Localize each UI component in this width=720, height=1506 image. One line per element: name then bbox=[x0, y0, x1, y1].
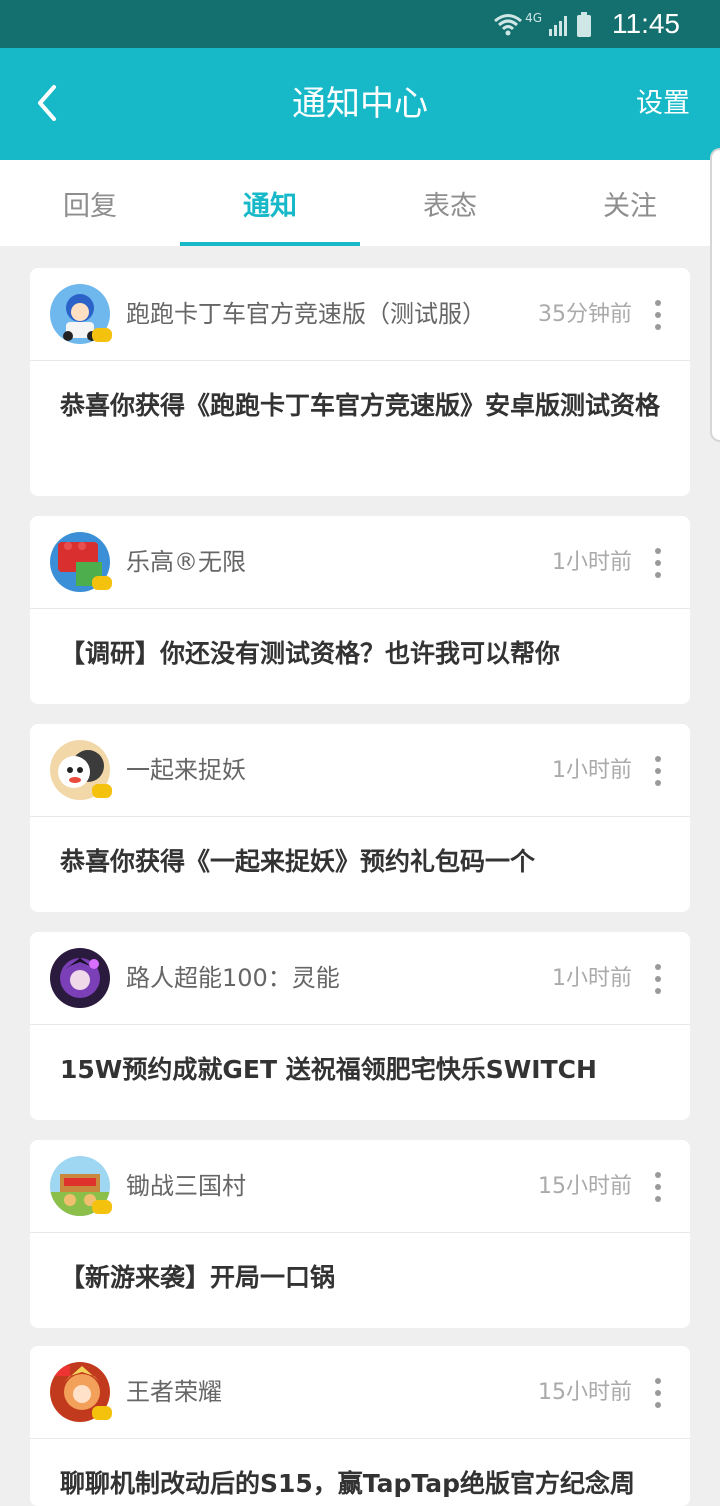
notification-message: 15W预约成就GET 送祝福领肥宅快乐SWITCH bbox=[60, 1055, 597, 1084]
source-name[interactable]: 一起来捉妖 bbox=[126, 752, 246, 788]
notification-card[interactable]: 王者荣耀 15小时前 聊聊机制改动后的S15，赢TapTap绝版官方纪念周 bbox=[30, 1346, 690, 1506]
game-badge-icon bbox=[92, 1200, 112, 1214]
tab-active-indicator bbox=[180, 242, 360, 246]
notification-card[interactable]: 跑跑卡丁车官方竞速版（测试服） 35分钟前 恭喜你获得《跑跑卡丁车官方竞速版》安… bbox=[30, 268, 690, 496]
tab-reaction[interactable]: 表态 bbox=[360, 160, 540, 246]
source-name[interactable]: 乐高®无限 bbox=[126, 544, 246, 580]
card-header: 王者荣耀 15小时前 bbox=[30, 1346, 690, 1439]
notification-message: 聊聊机制改动后的S15，赢TapTap绝版官方纪念周 bbox=[60, 1469, 635, 1498]
settings-button[interactable]: 设置 bbox=[636, 86, 690, 122]
time-ago: 1小时前 bbox=[552, 966, 632, 991]
source-name[interactable]: 锄战三国村 bbox=[126, 1168, 246, 1204]
side-pull-handle[interactable] bbox=[710, 148, 720, 442]
tab-follow[interactable]: 关注 bbox=[540, 160, 720, 246]
signal-icon bbox=[549, 16, 567, 36]
game-badge-icon bbox=[92, 784, 112, 798]
notification-message: 【调研】你还没有测试资格？也许我可以帮你 bbox=[60, 639, 561, 668]
game-badge-icon bbox=[92, 1406, 112, 1420]
card-header: 跑跑卡丁车官方竞速版（测试服） 35分钟前 bbox=[30, 268, 690, 361]
notification-card[interactable]: 路人超能100：灵能 1小时前 15W预约成就GET 送祝福领肥宅快乐SWITC… bbox=[30, 932, 690, 1120]
battery-icon bbox=[577, 12, 591, 37]
app-bar: 通知中心 设置 bbox=[0, 48, 720, 160]
more-options-icon[interactable] bbox=[648, 964, 668, 994]
more-options-icon[interactable] bbox=[648, 548, 668, 578]
tab-reply[interactable]: 回复 bbox=[0, 160, 180, 246]
time-ago: 15小时前 bbox=[538, 1380, 632, 1405]
source-name[interactable]: 跑跑卡丁车官方竞速版（测试服） bbox=[126, 296, 486, 332]
game-badge-icon bbox=[92, 576, 112, 590]
network-type-label: 4G bbox=[525, 11, 542, 25]
more-options-icon[interactable] bbox=[648, 756, 668, 786]
wifi-icon bbox=[494, 14, 523, 36]
more-options-icon[interactable] bbox=[648, 300, 668, 330]
mob-psycho-game-icon[interactable] bbox=[50, 948, 110, 1008]
tab-notification[interactable]: 通知 bbox=[180, 160, 360, 246]
card-header: 乐高®无限 1小时前 bbox=[30, 516, 690, 609]
notification-message: 恭喜你获得《跑跑卡丁车官方竞速版》安卓版测试资格 bbox=[60, 391, 661, 420]
source-name[interactable]: 王者荣耀 bbox=[126, 1374, 222, 1410]
tab-bar: 回复 通知 表态 关注 bbox=[0, 160, 720, 246]
status-time: 11:45 bbox=[612, 8, 680, 39]
source-name[interactable]: 路人超能100：灵能 bbox=[126, 960, 340, 996]
notification-card[interactable]: 锄战三国村 15小时前 【新游来袭】开局一口锅 bbox=[30, 1140, 690, 1328]
page-title: 通知中心 bbox=[292, 84, 428, 124]
notification-message: 恭喜你获得《一起来捉妖》预约礼包码一个 bbox=[60, 847, 536, 876]
status-icons: 4G bbox=[493, 10, 592, 40]
notification-message: 【新游来袭】开局一口锅 bbox=[60, 1263, 336, 1292]
time-ago: 35分钟前 bbox=[538, 302, 632, 327]
notification-card[interactable]: 一起来捉妖 1小时前 恭喜你获得《一起来捉妖》预约礼包码一个 bbox=[30, 724, 690, 912]
card-header: 路人超能100：灵能 1小时前 bbox=[30, 932, 690, 1025]
card-header: 一起来捉妖 1小时前 bbox=[30, 724, 690, 817]
notification-card[interactable]: 乐高®无限 1小时前 【调研】你还没有测试资格？也许我可以帮你 bbox=[30, 516, 690, 704]
time-ago: 1小时前 bbox=[552, 758, 632, 783]
more-options-icon[interactable] bbox=[648, 1378, 668, 1408]
card-header: 锄战三国村 15小时前 bbox=[30, 1140, 690, 1233]
game-badge-icon bbox=[92, 328, 112, 342]
more-options-icon[interactable] bbox=[648, 1172, 668, 1202]
time-ago: 1小时前 bbox=[552, 550, 632, 575]
status-bar: 4G 11:45 bbox=[0, 0, 720, 48]
time-ago: 15小时前 bbox=[538, 1174, 632, 1199]
